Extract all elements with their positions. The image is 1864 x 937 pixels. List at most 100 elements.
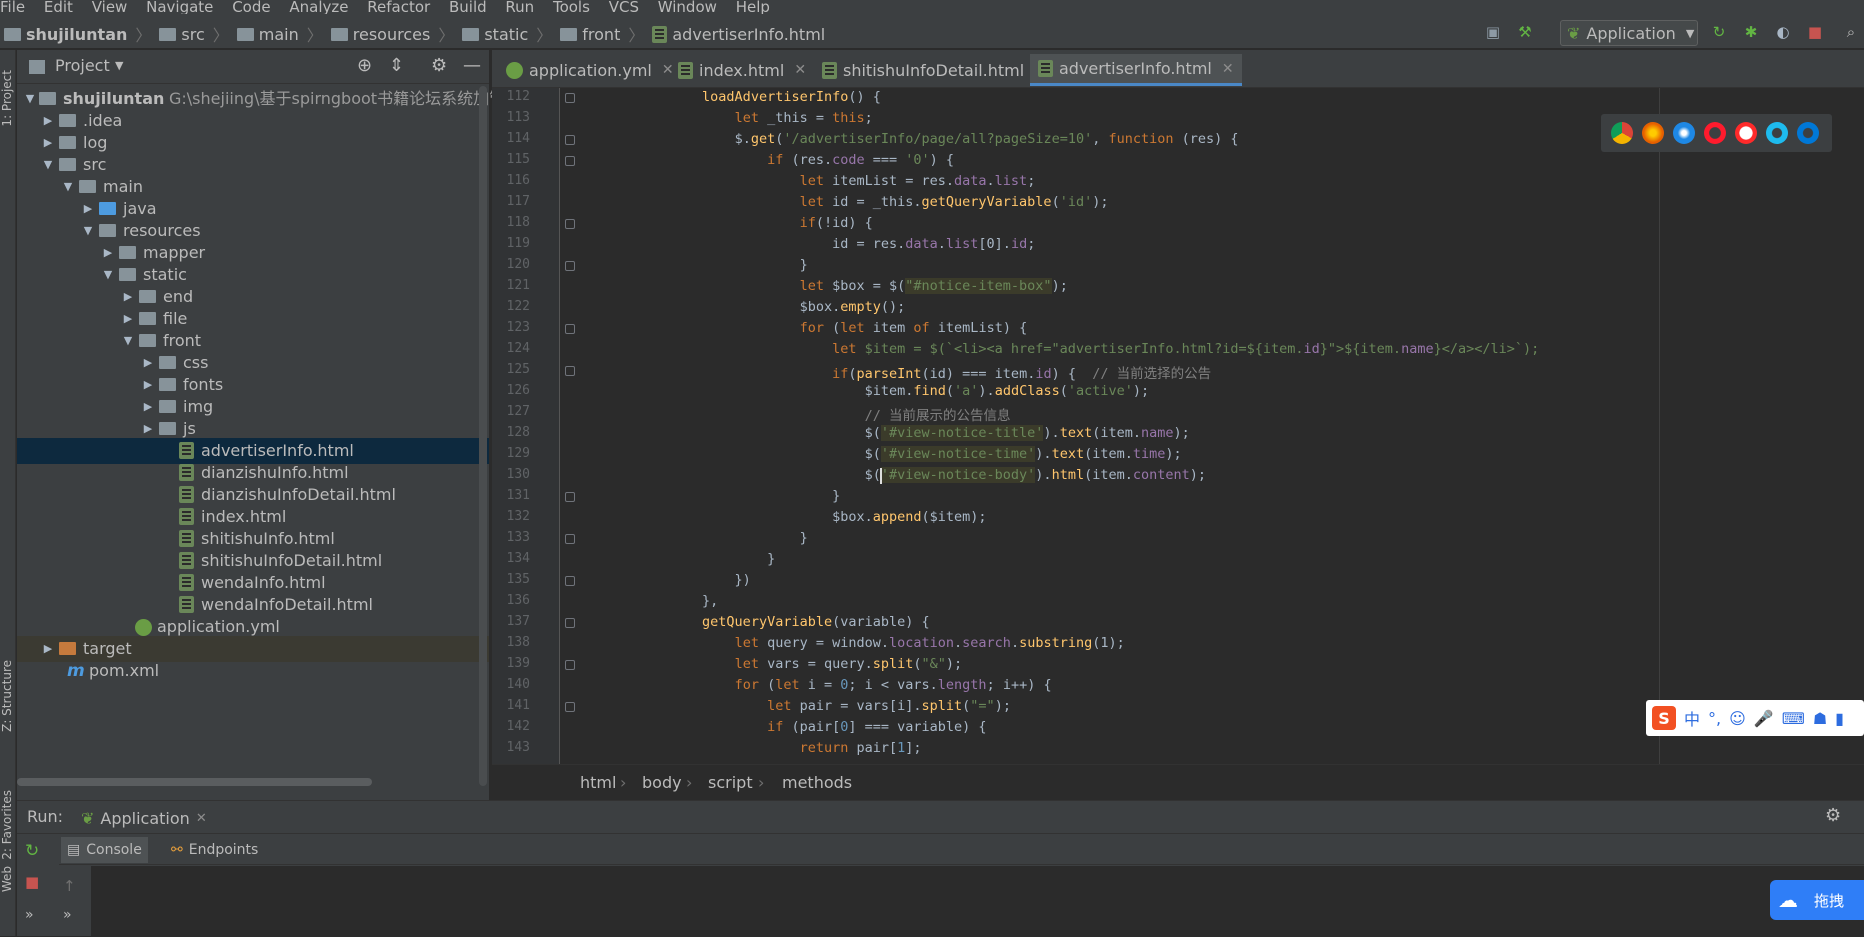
editor-tab-bar: application.yml ✕ index.html ✕ shitishuI… — [492, 50, 1864, 88]
search-icon[interactable]: ⌕ — [1842, 23, 1860, 41]
ime-chinese-mode[interactable]: 中 — [1684, 706, 1700, 730]
menu-edit[interactable]: Edit — [44, 0, 73, 14]
tree-item-pom-xml[interactable]: m pom.xml — [17, 658, 489, 684]
line-number: 138 — [506, 635, 530, 650]
ime-punctuation-mode[interactable]: °, — [1708, 709, 1721, 728]
baidu-netdisk-widget[interactable]: ☁ 拖拽 — [1770, 880, 1864, 920]
html-file-icon — [179, 508, 194, 525]
endpoints-tab[interactable]: ⚯ Endpoints — [165, 837, 264, 863]
project-tool-tab[interactable]: 1: Project — [0, 70, 14, 127]
coverage-icon[interactable]: ◐ — [1774, 23, 1792, 41]
close-icon[interactable]: ✕ — [196, 811, 207, 826]
menu-analyze[interactable]: Analyze — [289, 0, 348, 14]
menu-tools[interactable]: Tools — [553, 0, 590, 14]
breadcrumb-item-resources[interactable]: resources — [353, 25, 431, 44]
menu-run[interactable]: Run — [505, 0, 534, 14]
code-token: loadAdvertiserInfo — [702, 89, 849, 105]
collapse-all-icon[interactable]: ⇕ — [389, 55, 404, 76]
stop-icon[interactable]: ■ — [25, 873, 39, 891]
menu-file[interactable]: File — [0, 0, 25, 14]
layout-icon[interactable]: ▣ — [1484, 23, 1502, 41]
gear-icon[interactable]: ⚙ — [431, 55, 447, 76]
yandex-icon[interactable] — [1735, 122, 1757, 144]
code-line: } — [572, 257, 808, 273]
tab-application-yml[interactable]: application.yml ✕ — [498, 54, 682, 86]
safari-icon[interactable] — [1673, 122, 1695, 144]
scroll-up-icon[interactable]: ↑ — [63, 877, 76, 895]
build-hammer-icon[interactable]: ⚒ — [1516, 23, 1534, 41]
internet-explorer-icon[interactable] — [1766, 122, 1788, 144]
project-view-selector[interactable]: Project — [55, 56, 110, 75]
line-number: 137 — [506, 614, 530, 629]
line-number: 117 — [506, 194, 530, 209]
code-token: html — [1051, 467, 1085, 483]
stop-icon[interactable]: ■ — [1806, 23, 1824, 41]
keyboard-icon[interactable]: ⌨ — [1782, 709, 1805, 728]
menu-navigate[interactable]: Navigate — [146, 0, 213, 14]
run-tab-application[interactable]: ❦ Application ✕ — [81, 803, 207, 833]
editor-breadcrumb-methods[interactable]: methods — [782, 773, 852, 792]
locate-crosshair-icon[interactable]: ⊕ — [357, 55, 372, 76]
breadcrumb-item-src[interactable]: src — [181, 25, 204, 44]
code-token: getQueryVariable — [702, 614, 833, 630]
editor-breadcrumb-body[interactable]: body — [642, 773, 682, 792]
tab-shitishuinfodetail-html[interactable]: shitishuInfoDetail.html ✕ — [814, 54, 1054, 86]
breadcrumb-item-main[interactable]: main — [259, 25, 299, 44]
gear-icon[interactable]: ⚙ — [1825, 805, 1841, 826]
breadcrumb-item-project[interactable]: shujiluntan — [26, 25, 127, 44]
console-output[interactable] — [91, 866, 1864, 937]
chevron-down-icon[interactable]: ▼ — [115, 59, 123, 72]
menu-view[interactable]: View — [92, 0, 128, 14]
rerun-icon[interactable]: ↻ — [25, 841, 39, 861]
more-icon[interactable]: » — [63, 907, 72, 923]
code-token: for — [734, 677, 759, 693]
code-token: this — [832, 110, 865, 126]
run-configuration-select[interactable]: ❦ Application ▼ — [1560, 20, 1698, 46]
favorites-tool-tab[interactable]: 2: Favorites — [0, 790, 14, 860]
user-icon[interactable]: ☗ — [1813, 709, 1827, 728]
breadcrumb-item-static[interactable]: static — [484, 25, 528, 44]
line-number: 129 — [506, 446, 530, 461]
menu-refactor[interactable]: Refactor — [367, 0, 430, 14]
tab-advertiserinfo-html[interactable]: advertiserInfo.html ✕ — [1030, 54, 1242, 86]
maven-icon: m — [67, 661, 85, 681]
menu-help[interactable]: Help — [736, 0, 770, 14]
code-token: ] === variable) { — [848, 719, 987, 735]
edge-icon[interactable] — [1797, 122, 1819, 144]
html-file-icon — [179, 574, 194, 591]
menu-code[interactable]: Code — [232, 0, 270, 14]
microphone-icon[interactable]: 🎤 — [1754, 709, 1774, 728]
menu-vcs[interactable]: VCS — [609, 0, 639, 14]
vertical-scrollbar[interactable] — [479, 86, 487, 786]
web-tool-tab[interactable]: Web — [0, 866, 14, 892]
firefox-icon[interactable] — [1642, 122, 1664, 144]
line-number: 127 — [506, 404, 530, 419]
sogou-logo-icon[interactable]: S — [1652, 706, 1676, 730]
close-icon[interactable]: ✕ — [794, 62, 806, 78]
hide-panel-icon[interactable]: — — [463, 55, 481, 76]
tab-label: shitishuInfoDetail.html — [843, 60, 1025, 80]
code-token: let — [840, 320, 865, 336]
console-tab[interactable]: ▤ Console — [61, 837, 148, 863]
toolbox-icon[interactable]: ▮ — [1835, 709, 1844, 728]
menu-window[interactable]: Window — [658, 0, 717, 14]
folder-icon — [59, 136, 76, 149]
structure-tool-tab[interactable]: Z: Structure — [0, 660, 14, 732]
menu-build[interactable]: Build — [449, 0, 487, 14]
breadcrumb-item-file[interactable]: advertiserInfo.html — [672, 25, 825, 44]
breadcrumb-item-front[interactable]: front — [582, 25, 620, 44]
chrome-icon[interactable] — [1611, 122, 1633, 144]
editor-breadcrumb-html[interactable]: html — [580, 773, 616, 792]
more-icon[interactable]: » — [25, 907, 34, 923]
emoji-icon[interactable]: ☺ — [1729, 709, 1746, 728]
code-editor[interactable]: loadAdvertiserInfo() { let _this = this;… — [572, 88, 1864, 764]
opera-icon[interactable] — [1704, 122, 1726, 144]
editor-breadcrumb-script[interactable]: script — [708, 773, 753, 792]
rerun-icon[interactable]: ↻ — [1710, 23, 1728, 41]
horizontal-scrollbar[interactable] — [17, 778, 372, 786]
code-token: item — [864, 320, 914, 336]
run-configuration-label: Application — [1586, 23, 1676, 43]
debug-bug-icon[interactable]: ✱ — [1742, 23, 1760, 41]
tab-index-html[interactable]: index.html ✕ — [670, 54, 814, 86]
close-icon[interactable]: ✕ — [1222, 61, 1234, 77]
